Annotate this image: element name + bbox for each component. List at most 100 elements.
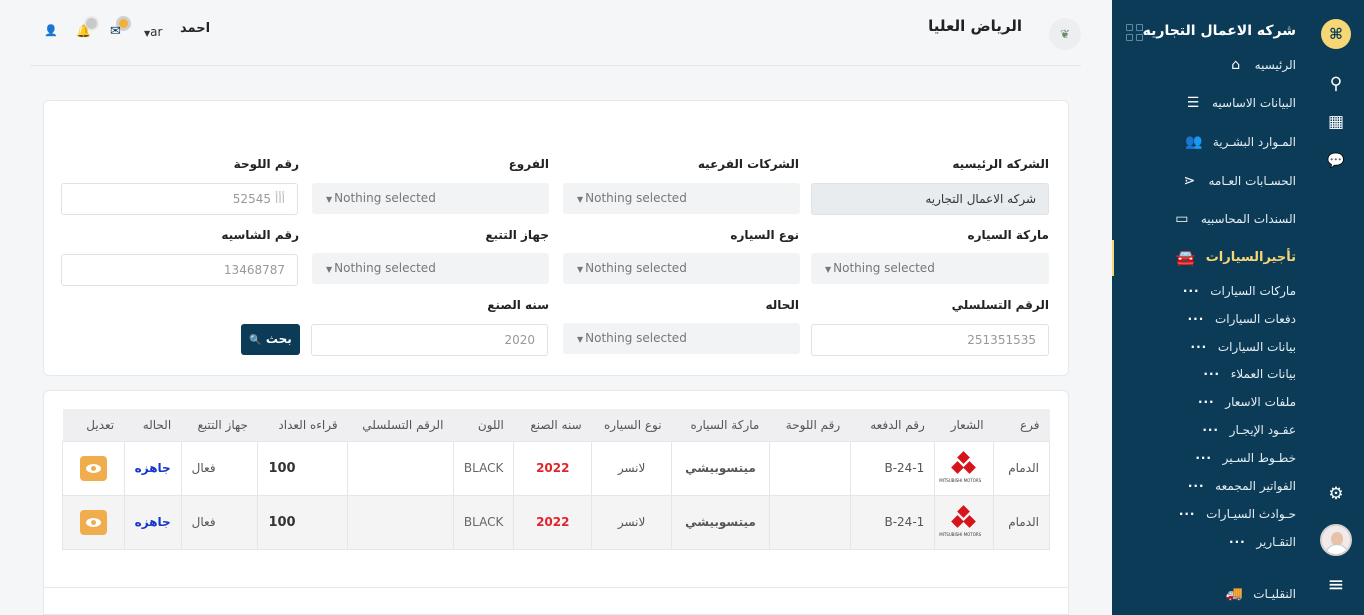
- car-type-label: نوع السياره: [730, 228, 799, 242]
- col-brand[interactable]: ماركة السياره: [671, 409, 770, 441]
- col-meter[interactable]: قراءه العداد: [257, 409, 348, 441]
- sidebar-item-label: البيانات الاساسيه: [1212, 96, 1296, 110]
- sidebar-subitem-customers[interactable]: ··· بيانات العملاء: [1203, 367, 1296, 381]
- search-icon: 🔍: [249, 335, 262, 346]
- icon-rail: ⌘ ⚲ ▦ 💬 ⚙ ≡: [1316, 0, 1364, 615]
- sidebar-subitem-car-batches[interactable]: ··· دفعات السيارات: [1187, 312, 1296, 326]
- sidebar-subitem-price-files[interactable]: ··· ملفات الاسعار: [1197, 395, 1296, 409]
- col-year[interactable]: سنه الصنع: [513, 409, 592, 441]
- select-value: Nothing selected: [585, 331, 687, 345]
- bell-icon[interactable]: 🔔: [76, 24, 91, 38]
- avatar-scarf: [1325, 544, 1349, 554]
- col-color[interactable]: اللون: [453, 409, 514, 441]
- truck-icon: 🚚: [1225, 586, 1243, 602]
- col-batch[interactable]: رقم الدفعه: [850, 409, 935, 441]
- sidebar-item-label: تأجيرالسيارات: [1205, 250, 1296, 265]
- cell-brand: ميتسوبيشي: [671, 440, 770, 496]
- sidebar-subitem-accidents[interactable]: ··· حـوادث السيـارات: [1178, 507, 1296, 521]
- cell-plate: [768, 440, 851, 496]
- main-company-field[interactable]: شركه الاعمال التجاريه: [811, 183, 1049, 215]
- cell-logo: MITSUBISHI MOTORS: [934, 494, 995, 550]
- company-name: شركه الاعمال التجاريه: [1142, 23, 1296, 39]
- sidebar-subitem-label: دفعات السيارات: [1214, 312, 1296, 326]
- search-icon[interactable]: ⚲: [1325, 73, 1347, 95]
- grid-icon[interactable]: [1126, 24, 1144, 42]
- sidebar-subitem-invoices[interactable]: ··· الفواتير المجمعه: [1187, 479, 1296, 493]
- sidebar-subitem-rent-contracts[interactable]: ··· عقـود الإيجـار: [1202, 423, 1296, 437]
- sidebar-subitem-car-data[interactable]: ··· بيانات السيارات: [1190, 340, 1296, 354]
- sidebar-item-accounts[interactable]: ⋖ الحسـابات العـامه: [1180, 173, 1296, 189]
- chassis-number-input[interactable]: 13468787: [61, 254, 298, 286]
- sidebar-item-basic-data[interactable]: ☰ البيانات الاساسيه: [1184, 95, 1296, 111]
- plate-letters: أأأ: [274, 192, 285, 206]
- search-button[interactable]: بحث 🔍: [241, 324, 300, 355]
- sidebar-item-label: النقليـات: [1253, 587, 1296, 601]
- sidebar-subitem-routes[interactable]: ··· خطـوط السـير: [1195, 451, 1296, 465]
- mail-icon[interactable]: ✉: [110, 24, 121, 39]
- tracker-select[interactable]: ▼ Nothing selected: [312, 253, 549, 284]
- cell-serial: [347, 494, 454, 550]
- dots-icon: ···: [1182, 284, 1200, 298]
- manufacture-year-input[interactable]: 2020: [311, 324, 548, 356]
- cell-plate: [768, 494, 851, 550]
- sub-companies-select[interactable]: ▼ Nothing selected: [563, 183, 800, 214]
- col-type[interactable]: نوع السياره: [591, 409, 672, 441]
- chat-icon[interactable]: 💬: [1325, 150, 1347, 172]
- col-status[interactable]: الحاله: [124, 409, 182, 441]
- page-title: الرياض العليا: [928, 17, 1022, 35]
- sidebar-subitem-car-brands[interactable]: ··· ماركات السيارات: [1182, 284, 1296, 298]
- menu-icon[interactable]: ≡: [1325, 573, 1347, 595]
- caret-down-icon: ▼: [577, 265, 584, 274]
- car-type-select[interactable]: ▼ Nothing selected: [563, 253, 800, 284]
- col-edit[interactable]: تعديل: [62, 409, 125, 441]
- cell-logo: MITSUBISHI MOTORS: [934, 440, 995, 496]
- sidebar-item-transport[interactable]: 🚚 النقليـات: [1225, 586, 1296, 602]
- dots-icon: ···: [1197, 395, 1215, 409]
- leaf-icon[interactable]: ❦: [1049, 18, 1081, 50]
- col-tracker[interactable]: جهاز التتبع: [181, 409, 258, 441]
- select-value: Nothing selected: [833, 261, 935, 275]
- sidebar-item-car-rental[interactable]: 🚘 تأجيرالسيارات: [1176, 248, 1296, 267]
- col-branch[interactable]: فرع: [993, 409, 1050, 441]
- sidebar-subitem-reports[interactable]: ··· التقـارير: [1228, 535, 1296, 549]
- language-dropdown[interactable]: ▼ar: [144, 25, 162, 39]
- col-plate[interactable]: رقم اللوحة: [769, 409, 851, 441]
- branches-select[interactable]: ▼ Nothing selected: [312, 183, 549, 214]
- serial-number-label: الرقم التسلسلي: [951, 298, 1049, 312]
- dots-icon: ···: [1195, 451, 1212, 465]
- eye-pupil: [90, 519, 96, 525]
- col-logo[interactable]: الشعار: [934, 409, 994, 441]
- sidebar-item-hr[interactable]: 👥 المـوارد البشـرية: [1185, 134, 1296, 150]
- view-button[interactable]: [79, 509, 107, 535]
- cell-meter: 100: [257, 494, 349, 550]
- cell-serial: [347, 440, 454, 496]
- user-name[interactable]: احمد: [180, 21, 210, 36]
- calendar-icon[interactable]: ▦: [1325, 111, 1347, 133]
- sidebar-subitem-label: بيانات السيارات: [1217, 340, 1296, 354]
- serial-number-input[interactable]: 251351535: [811, 324, 1049, 356]
- view-button[interactable]: [79, 455, 107, 481]
- sidebar-item-home[interactable]: ⌂ الرئيسيه: [1227, 57, 1296, 73]
- cell-edit: [62, 440, 125, 496]
- avatar[interactable]: [1320, 524, 1352, 556]
- dots-icon: ···: [1178, 507, 1196, 521]
- user-icon[interactable]: 👤: [44, 24, 58, 37]
- dots-icon: ···: [1203, 367, 1221, 381]
- select-value: Nothing selected: [334, 261, 436, 275]
- gear-icon[interactable]: ⚙: [1325, 483, 1347, 505]
- select-value: Nothing selected: [585, 261, 687, 275]
- cell-type: لانسر: [591, 494, 673, 550]
- plate-number-input[interactable]: 52545 أأأ: [61, 183, 298, 215]
- col-serial[interactable]: الرقم التسلسلي: [347, 409, 454, 441]
- sidebar-item-vouchers[interactable]: ▭ السندات المحاسبيه: [1173, 211, 1296, 227]
- sidebar-subitem-label: حـوادث السيـارات: [1206, 507, 1296, 521]
- sidebar-item-label: المـوارد البشـرية: [1212, 135, 1296, 149]
- company-logo[interactable]: ⌘: [1321, 19, 1351, 49]
- caret-down-icon: ▼: [577, 195, 584, 204]
- car-brand-select[interactable]: ▼ Nothing selected: [811, 253, 1049, 284]
- sidebar-subitem-label: الفواتير المجمعه: [1215, 479, 1296, 493]
- table-header-row: فرع الشعار رقم الدفعه رقم اللوحة ماركة ا…: [62, 409, 1050, 441]
- cell-color: BLACK: [452, 440, 515, 496]
- sidebar-subitem-label: ماركات السيارات: [1210, 284, 1296, 298]
- status-select[interactable]: ▼ Nothing selected: [563, 323, 800, 354]
